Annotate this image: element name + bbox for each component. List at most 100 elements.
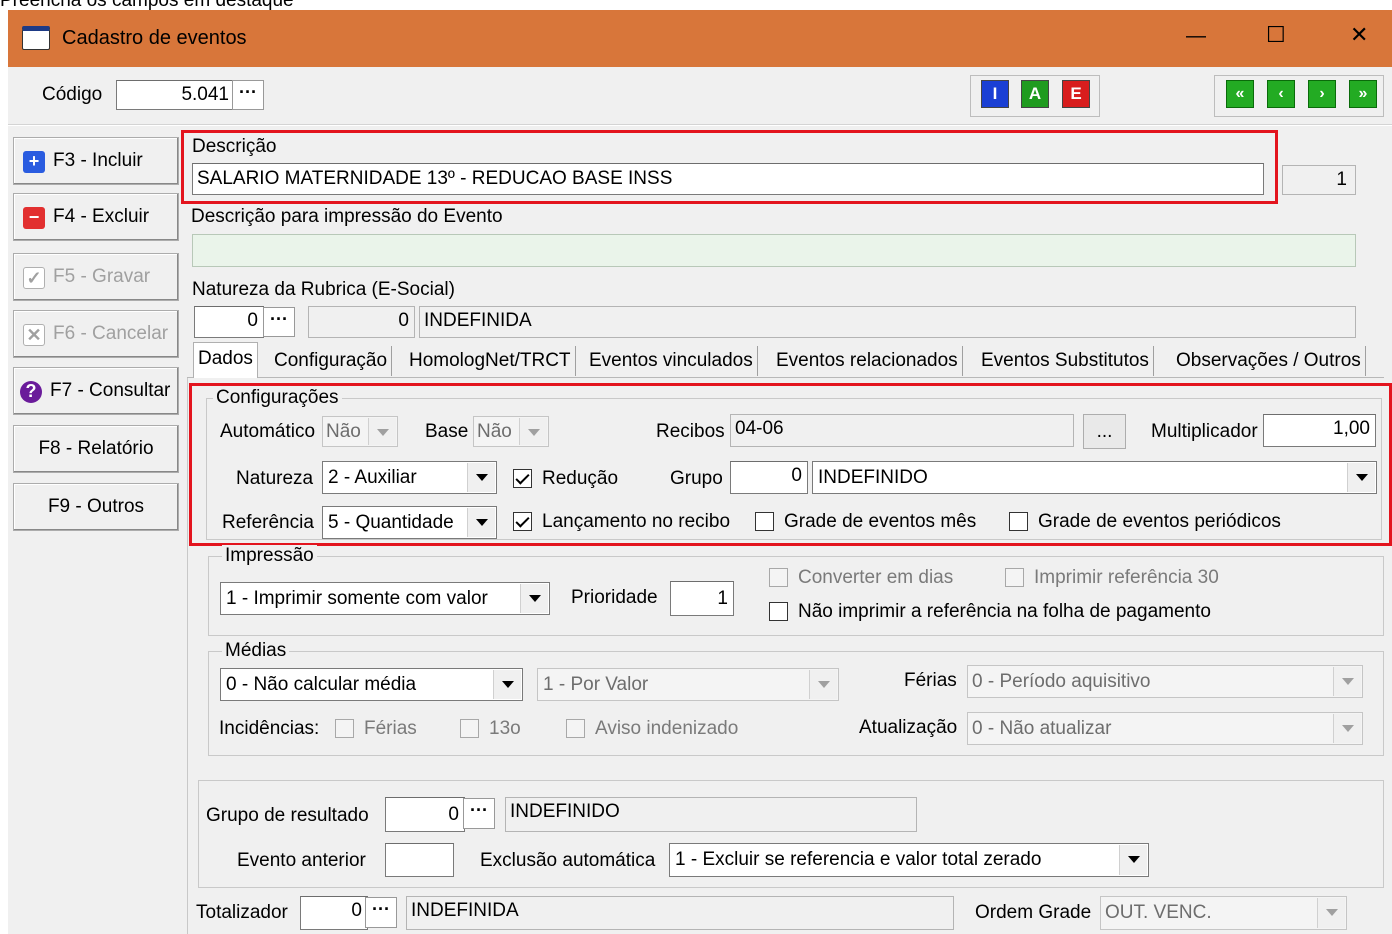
tab-eventos-relacionados[interactable]: Eventos relacionados: [772, 346, 963, 376]
medias-calc-select[interactable]: 0 - Não calcular média: [220, 668, 523, 701]
impressao-tipo-select[interactable]: 1 - Imprimir somente com valor: [220, 582, 550, 615]
gravar-button[interactable]: ✓ F5 - Gravar: [13, 253, 179, 301]
grupo-resultado-code[interactable]: 0: [385, 797, 465, 832]
natureza-rubrica-name: INDEFINIDA: [419, 306, 1356, 338]
alter-mode-button[interactable]: A: [1021, 80, 1049, 108]
natureza-rubrica-search-button[interactable]: ···: [263, 307, 295, 337]
exclusao-select[interactable]: 1 - Excluir se referencia e valor total …: [669, 843, 1149, 877]
excluir-button[interactable]: − F4 - Excluir: [13, 193, 179, 241]
chevron-down-icon: [493, 670, 521, 699]
window-title: Cadastro de eventos: [62, 27, 247, 49]
atualizacao-select[interactable]: 0 - Não atualizar: [967, 712, 1363, 745]
natureza-rubrica-code2: 0: [308, 306, 415, 338]
app-icon: [22, 26, 50, 50]
ferias-value: 0 - Período aquisitivo: [972, 671, 1151, 692]
last-record-button[interactable]: »: [1349, 80, 1377, 108]
inc-13o-checkbox[interactable]: [460, 719, 479, 738]
grupo-resultado-name: INDEFINIDO: [505, 797, 917, 832]
natureza-rubrica-label: Natureza da Rubrica (E-Social): [192, 279, 455, 300]
chevron-down-icon: [1119, 845, 1147, 875]
check-icon: ✓: [23, 267, 45, 289]
tab-eventos-vinculados[interactable]: Eventos vinculados: [585, 346, 758, 376]
imprimir-ref30-checkbox[interactable]: [1005, 568, 1024, 587]
consultar-button[interactable]: ? F7 - Consultar: [13, 367, 179, 415]
close-button[interactable]: ✕: [1350, 24, 1368, 46]
consultar-label: F7 - Consultar: [50, 380, 171, 401]
cancelar-button[interactable]: ✕ F6 - Cancelar: [13, 310, 179, 358]
medias-por-value: 1 - Por Valor: [543, 674, 649, 695]
exclude-mode-button[interactable]: E: [1062, 80, 1090, 108]
incluir-button[interactable]: + F3 - Incluir: [13, 137, 179, 185]
maximize-button[interactable]: ☐: [1266, 24, 1286, 46]
ordem-grade-label: Ordem Grade: [975, 902, 1092, 923]
impressao-title: Impressão: [222, 545, 317, 567]
exclusao-value: 1 - Excluir se referencia e valor total …: [675, 849, 1042, 870]
imprimir-ref30-label: Imprimir referência 30: [1034, 567, 1219, 588]
totalizador-search-button[interactable]: ···: [365, 897, 397, 928]
header-separator: [8, 124, 1392, 126]
evento-anterior-label: Evento anterior: [237, 850, 366, 871]
insert-mode-button[interactable]: I: [981, 80, 1009, 108]
nao-imprimir-checkbox[interactable]: [769, 602, 788, 621]
totalizador-code[interactable]: 0: [300, 896, 368, 930]
previous-record-button[interactable]: ‹: [1267, 80, 1295, 108]
gravar-label: F5 - Gravar: [53, 266, 151, 287]
chevron-down-icon: [809, 670, 837, 699]
grupo-resultado-label: Grupo de resultado: [206, 805, 369, 826]
grupo-resultado-search-button[interactable]: ···: [463, 798, 495, 829]
inc-13o-label: 13o: [489, 718, 521, 739]
codigo-search-button[interactable]: ···: [232, 80, 264, 110]
cancelar-label: F6 - Cancelar: [53, 323, 169, 344]
ordem-grade-value: OUT. VENC.: [1105, 902, 1212, 923]
inc-ferias-checkbox[interactable]: [335, 719, 354, 738]
descricao-sequence: 1: [1282, 165, 1356, 195]
plus-icon: +: [23, 151, 45, 173]
codigo-field[interactable]: 5.041: [116, 80, 234, 110]
chevron-down-icon: [520, 584, 548, 613]
totalizador-label: Totalizador: [196, 902, 288, 923]
chevron-down-icon: [1333, 714, 1361, 743]
ferias-label: Férias: [904, 670, 957, 691]
evento-anterior-input[interactable]: [385, 843, 454, 877]
first-record-button[interactable]: «: [1226, 80, 1254, 108]
incidencias-label: Incidências:: [219, 718, 320, 739]
tab-configuracao[interactable]: Configuração: [270, 346, 393, 376]
medias-por-select[interactable]: 1 - Por Valor: [537, 668, 839, 701]
descricao-label: Descrição: [192, 136, 277, 157]
tab-dados[interactable]: Dados: [193, 342, 258, 378]
tab-observacoes[interactable]: Observações / Outros: [1172, 346, 1366, 376]
codigo-label: Código: [42, 84, 103, 105]
descricao-impressao-input[interactable]: [192, 234, 1356, 267]
atualizacao-label: Atualização: [859, 717, 958, 738]
ferias-select[interactable]: 0 - Período aquisitivo: [967, 665, 1363, 698]
converter-dias-label: Converter em dias: [798, 567, 954, 588]
tab-eventos-substitutos[interactable]: Eventos Substitutos: [977, 346, 1154, 376]
chevron-down-icon: [1333, 667, 1361, 696]
title-bar[interactable]: Cadastro de eventos — ☐ ✕: [8, 10, 1392, 67]
question-icon: ?: [20, 381, 42, 403]
inc-aviso-checkbox[interactable]: [566, 719, 585, 738]
minimize-button[interactable]: —: [1186, 25, 1206, 47]
relatorio-button[interactable]: F8 - Relatório: [13, 425, 179, 473]
configuracoes-highlight: [189, 383, 1392, 546]
minus-icon: −: [23, 207, 45, 229]
prioridade-input[interactable]: 1: [670, 581, 734, 616]
x-icon: ✕: [23, 324, 45, 346]
descricao-impressao-label: Descrição para impressão do Evento: [191, 206, 503, 227]
prioridade-label: Prioridade: [571, 587, 658, 608]
inc-ferias-label: Férias: [364, 718, 417, 739]
converter-dias-checkbox[interactable]: [769, 568, 788, 587]
nao-imprimir-label: Não imprimir a referência na folha de pa…: [798, 601, 1211, 622]
descricao-input[interactable]: SALARIO MATERNIDADE 13º - REDUCAO BASE I…: [192, 163, 1264, 195]
tab-homolognet[interactable]: HomologNet/TRCT: [405, 346, 576, 376]
medias-calc-value: 0 - Não calcular média: [226, 674, 417, 695]
impressao-tipo-value: 1 - Imprimir somente com valor: [226, 588, 488, 609]
excluir-label: F4 - Excluir: [53, 206, 150, 227]
incluir-label: F3 - Incluir: [53, 150, 143, 171]
ordem-grade-select[interactable]: OUT. VENC.: [1100, 896, 1347, 930]
exclusao-label: Exclusão automática: [480, 850, 656, 871]
next-record-button[interactable]: ›: [1308, 80, 1336, 108]
outros-button[interactable]: F9 - Outros: [13, 483, 179, 531]
natureza-rubrica-code[interactable]: 0: [194, 306, 264, 338]
atualizacao-value: 0 - Não atualizar: [972, 718, 1112, 739]
